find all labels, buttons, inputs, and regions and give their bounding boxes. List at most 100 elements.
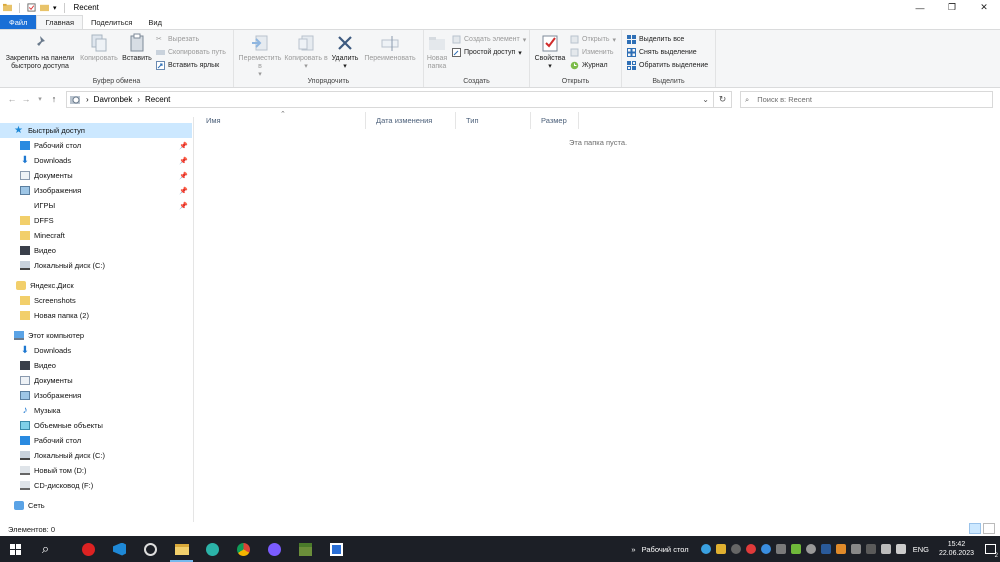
copy-to-button[interactable]: Копировать в ▾ bbox=[284, 33, 328, 71]
properties-icon[interactable] bbox=[27, 3, 36, 12]
nav-this-pc[interactable]: Этот компьютер bbox=[0, 328, 192, 343]
nav-pc-3d-objects[interactable]: Объемные объекты bbox=[0, 418, 192, 433]
desktop-toolbar-label[interactable]: Рабочий стол bbox=[642, 545, 689, 554]
tray-app-icon[interactable] bbox=[746, 544, 757, 554]
quick-access-dropdown-icon[interactable]: ▾ bbox=[53, 4, 57, 12]
nav-item-downloads[interactable]: ⬇ Downloads 📌 bbox=[0, 153, 192, 168]
search-box[interactable]: ⌕ Поиск в: Recent bbox=[740, 91, 993, 108]
language-indicator[interactable]: ENG bbox=[913, 545, 929, 554]
history-button[interactable]: Журнал bbox=[570, 61, 608, 70]
back-arrow-icon[interactable]: ← bbox=[5, 94, 19, 104]
copy-path-button[interactable]: Скопировать путь bbox=[156, 48, 226, 57]
properties-button[interactable]: Свойства ▾ bbox=[532, 33, 568, 71]
clock[interactable]: 15:42 22.06.2023 bbox=[939, 540, 974, 558]
nav-item-videos[interactable]: Видео bbox=[0, 243, 192, 258]
nav-item-local-disk-c[interactable]: Локальный диск (C:) bbox=[0, 258, 192, 273]
tab-view[interactable]: Вид bbox=[140, 15, 170, 29]
paste-button[interactable]: Вставить bbox=[120, 33, 154, 63]
column-header-date[interactable]: Дата изменения bbox=[366, 112, 456, 129]
nav-pc-disk-d[interactable]: Новый том (D:) bbox=[0, 463, 192, 478]
column-header-type[interactable]: Тип bbox=[456, 112, 531, 129]
network-tray-icon[interactable] bbox=[881, 544, 892, 554]
tab-file[interactable]: Файл bbox=[0, 15, 37, 29]
nav-quick-access[interactable]: ★ Быстрый доступ bbox=[0, 123, 192, 138]
tab-home[interactable]: Главная bbox=[36, 15, 83, 29]
breadcrumb-recent[interactable]: Recent bbox=[145, 95, 170, 104]
nav-pc-videos[interactable]: Видео bbox=[0, 358, 192, 373]
tray-app-icon[interactable] bbox=[821, 544, 832, 554]
maximize-button[interactable]: ❐ bbox=[936, 0, 968, 15]
tray-app-icon[interactable] bbox=[716, 544, 727, 554]
tray-app-icon[interactable] bbox=[836, 544, 847, 554]
details-view-icon[interactable] bbox=[969, 523, 981, 534]
open-button[interactable]: Открыть ▾ bbox=[570, 35, 616, 44]
select-all-button[interactable]: Выделить все bbox=[627, 35, 684, 44]
vscode-icon[interactable] bbox=[104, 536, 135, 562]
address-path[interactable]: › Davronbek › Recent ⌄ bbox=[66, 91, 714, 108]
pin-quick-access-button[interactable]: Закрепить на панели быстрого доступа bbox=[3, 33, 77, 71]
chat-app-icon[interactable] bbox=[259, 536, 290, 562]
tray-app-icon[interactable] bbox=[851, 544, 862, 554]
recent-locations-icon[interactable]: ▾ bbox=[33, 95, 47, 103]
paste-shortcut-button[interactable]: Вставить ярлык bbox=[156, 61, 219, 70]
large-icons-view-icon[interactable] bbox=[983, 523, 995, 534]
tray-chevron-icon[interactable]: » bbox=[631, 545, 635, 554]
edit-button[interactable]: Изменить bbox=[570, 48, 614, 57]
tray-app-icon[interactable] bbox=[761, 544, 772, 554]
edge-icon[interactable] bbox=[197, 536, 228, 562]
tray-app-icon[interactable] bbox=[806, 544, 817, 554]
column-header-name[interactable]: Имя bbox=[196, 112, 366, 129]
nav-pc-disk-c[interactable]: Локальный диск (C:) bbox=[0, 448, 192, 463]
nav-item-screenshots[interactable]: Screenshots bbox=[0, 293, 192, 308]
search-taskbar-button[interactable]: ⌕ bbox=[30, 536, 61, 562]
invert-selection-button[interactable]: Обратить выделение bbox=[627, 61, 708, 70]
chrome-icon[interactable] bbox=[228, 536, 259, 562]
nav-item-desktop[interactable]: Рабочий стол 📌 bbox=[0, 138, 192, 153]
notifications-button[interactable]: 2 bbox=[980, 536, 1000, 562]
app-blue-icon[interactable] bbox=[321, 536, 352, 562]
move-to-button[interactable]: Переместить в ▾ bbox=[236, 33, 284, 79]
select-none-button[interactable]: Снять выделение bbox=[627, 48, 697, 57]
breadcrumb-user[interactable]: Davronbek bbox=[94, 95, 133, 104]
forward-arrow-icon[interactable]: → bbox=[19, 94, 33, 104]
obs-icon[interactable] bbox=[135, 536, 166, 562]
tray-app-icon[interactable] bbox=[791, 544, 802, 554]
volume-icon[interactable] bbox=[896, 544, 907, 554]
nav-item-new-folder-2[interactable]: Новая папка (2) bbox=[0, 308, 192, 323]
chevron-down-icon[interactable]: ⌄ bbox=[702, 95, 709, 104]
tray-app-icon[interactable] bbox=[701, 544, 712, 554]
new-item-button[interactable]: Создать элемент ▾ bbox=[452, 35, 526, 44]
tray-app-icon[interactable] bbox=[776, 544, 787, 554]
cut-button[interactable]: ✂ Вырезать bbox=[156, 35, 199, 44]
close-button[interactable]: ✕ bbox=[968, 0, 1000, 15]
file-explorer-taskbar-icon[interactable] bbox=[166, 536, 197, 562]
nav-item-minecraft[interactable]: Minecraft bbox=[0, 228, 192, 243]
nav-pc-documents[interactable]: Документы bbox=[0, 373, 192, 388]
rename-button[interactable]: Переименовать bbox=[360, 33, 420, 63]
tab-share[interactable]: Поделиться bbox=[83, 15, 140, 29]
nav-item-games[interactable]: ИГРЫ 📌 bbox=[0, 198, 192, 213]
minecraft-icon[interactable] bbox=[290, 536, 321, 562]
start-button[interactable] bbox=[0, 536, 30, 562]
app-red-icon[interactable] bbox=[73, 536, 104, 562]
column-header-size[interactable]: Размер bbox=[531, 112, 579, 129]
nav-pc-music[interactable]: ♪ Музыка bbox=[0, 403, 192, 418]
copy-button[interactable]: Копировать bbox=[78, 33, 120, 63]
nav-pc-desktop[interactable]: Рабочий стол bbox=[0, 433, 192, 448]
nav-pc-pictures[interactable]: Изображения bbox=[0, 388, 192, 403]
nav-item-pictures[interactable]: Изображения 📌 bbox=[0, 183, 192, 198]
tray-app-icon[interactable] bbox=[731, 544, 742, 554]
nav-network[interactable]: Сеть bbox=[0, 498, 192, 513]
nav-item-dffs[interactable]: DFFS bbox=[0, 213, 192, 228]
easy-access-button[interactable]: Простой доступ ▾ bbox=[452, 48, 522, 57]
new-folder-icon[interactable] bbox=[40, 3, 49, 12]
new-folder-button[interactable]: Новая папка bbox=[424, 33, 450, 71]
refresh-button[interactable]: ↻ bbox=[714, 91, 732, 108]
nav-pc-cd-drive[interactable]: CD-дисковод (F:) bbox=[0, 478, 192, 493]
nav-pc-downloads[interactable]: ⬇ Downloads bbox=[0, 343, 192, 358]
nav-yandex-disk[interactable]: Яндекс.Диск bbox=[0, 278, 192, 293]
minimize-button[interactable]: — bbox=[904, 0, 936, 15]
delete-button[interactable]: Удалить ▾ bbox=[330, 33, 360, 71]
tray-app-icon[interactable] bbox=[866, 544, 877, 554]
nav-item-documents[interactable]: Документы 📌 bbox=[0, 168, 192, 183]
